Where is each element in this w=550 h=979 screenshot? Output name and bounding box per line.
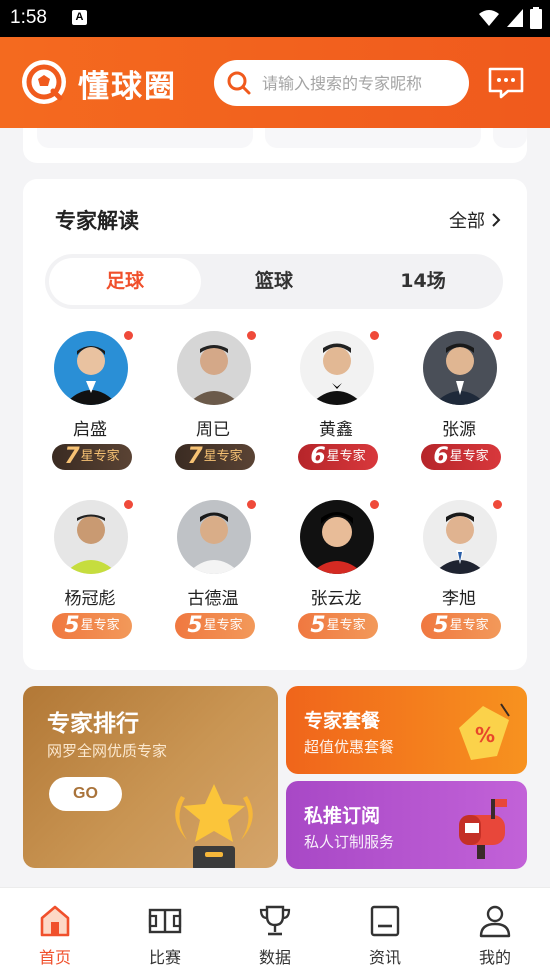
- expert-name: 张云龙: [310, 589, 362, 609]
- nav-label: 首页: [38, 948, 71, 967]
- discount-tag-icon: %: [459, 703, 510, 760]
- expert-name: 杨冠彪: [64, 589, 116, 609]
- avatar: [177, 331, 251, 405]
- news-icon: [370, 905, 400, 937]
- star-trophy-icon: [175, 784, 253, 868]
- logo-icon: [22, 60, 66, 104]
- card-title: 专家套餐: [304, 710, 381, 732]
- card-subtitle: 网罗全网优质专家: [47, 742, 168, 760]
- expert-name: 启盛: [73, 420, 107, 440]
- expert-name: 古德温: [187, 589, 239, 609]
- star-badge: 7 星专家: [175, 444, 255, 470]
- expert-item[interactable]: 张源 6 星专家: [409, 331, 509, 481]
- notification-indicator-icon: A: [72, 10, 87, 25]
- online-dot: [124, 500, 133, 509]
- star-badge: 5 星专家: [175, 613, 255, 639]
- message-icon[interactable]: [488, 66, 524, 100]
- online-dot: [370, 500, 379, 509]
- online-dot: [493, 500, 502, 509]
- app-name: 懂球圈: [78, 69, 177, 105]
- card-title: 专家排行: [47, 711, 139, 737]
- shortcut-item[interactable]: [265, 128, 481, 148]
- expert-item[interactable]: 李旭 5 星专家: [409, 500, 509, 650]
- nav-label: 资讯: [368, 948, 401, 967]
- chevron-right-icon: [492, 213, 501, 227]
- shortcut-item[interactable]: [37, 128, 253, 148]
- expert-package-card[interactable]: 专家套餐 超值优惠套餐 %: [286, 686, 527, 774]
- search-input[interactable]: [262, 60, 462, 106]
- expert-item[interactable]: 启盛 7 星专家: [40, 331, 140, 481]
- signal-icon: [507, 9, 523, 27]
- expert-item[interactable]: 杨冠彪 5 星专家: [40, 500, 140, 650]
- expert-item[interactable]: 张云龙 5 星专家: [286, 500, 386, 650]
- online-dot: [124, 331, 133, 340]
- online-dot: [370, 331, 379, 340]
- nav-label: 我的: [478, 948, 511, 967]
- star-badge: 5 星专家: [421, 613, 501, 639]
- nav-data[interactable]: 数据: [220, 904, 330, 968]
- online-dot: [247, 500, 256, 509]
- star-badge: 5 星专家: [298, 613, 378, 639]
- expert-name: 黄鑫: [319, 420, 353, 440]
- nav-label: 比赛: [148, 948, 181, 967]
- match-field-icon: [148, 908, 182, 934]
- card-subtitle: 超值优惠套餐: [304, 738, 395, 756]
- wifi-icon: [479, 10, 499, 26]
- nav-matches[interactable]: 比赛: [110, 904, 220, 968]
- nav-profile[interactable]: 我的: [440, 904, 550, 968]
- star-badge: 6 星专家: [298, 444, 378, 470]
- avatar: [54, 331, 128, 405]
- svg-text:%: %: [475, 723, 495, 747]
- shortcut-item[interactable]: [493, 128, 527, 148]
- expert-ranking-card[interactable]: 专家排行 网罗全网优质专家 GO: [23, 686, 278, 868]
- section-title: 专家解读: [55, 209, 139, 233]
- nav-news[interactable]: 资讯: [330, 904, 440, 968]
- profile-icon: [479, 905, 511, 938]
- trophy-icon: [259, 905, 291, 936]
- star-badge: 5 星专家: [52, 613, 132, 639]
- go-button[interactable]: GO: [49, 777, 122, 811]
- sport-tabs: 足球 篮球 14场: [45, 254, 503, 309]
- nav-label: 数据: [258, 948, 291, 967]
- search-box[interactable]: [214, 60, 469, 106]
- home-icon: [40, 905, 70, 937]
- bottom-nav: 首页 比赛 数据 资讯 我的: [0, 887, 550, 979]
- avatar: [423, 331, 497, 405]
- status-time: 1:58: [10, 7, 47, 28]
- tab-basketball[interactable]: 篮球: [198, 258, 350, 305]
- online-dot: [493, 331, 502, 340]
- view-all-link[interactable]: 全部: [449, 207, 501, 233]
- expert-name: 张源: [442, 420, 476, 440]
- card-title: 私推订阅: [304, 805, 381, 827]
- view-all-label: 全部: [449, 211, 485, 232]
- tab-14-matches[interactable]: 14场: [347, 258, 499, 305]
- expert-name: 周已: [196, 420, 230, 440]
- expert-name: 李旭: [442, 589, 476, 609]
- app-header: 懂球圈: [0, 37, 550, 128]
- mailbox-icon: [459, 799, 507, 859]
- avatar: [177, 500, 251, 574]
- search-icon: [227, 71, 251, 95]
- top-shortcut-card: [23, 128, 527, 163]
- expert-item[interactable]: 古德温 5 星专家: [163, 500, 263, 650]
- nav-home[interactable]: 首页: [0, 904, 110, 968]
- online-dot: [247, 331, 256, 340]
- star-badge: 7 星专家: [52, 444, 132, 470]
- avatar: [300, 331, 374, 405]
- avatar: [300, 500, 374, 574]
- card-subtitle: 私人订制服务: [304, 833, 395, 851]
- tab-football[interactable]: 足球: [49, 258, 201, 305]
- status-bar: 1:58 A: [0, 0, 550, 37]
- expert-item[interactable]: 周已 7 星专家: [163, 331, 263, 481]
- battery-icon: [530, 7, 542, 29]
- avatar: [54, 500, 128, 574]
- private-subscription-card[interactable]: 私推订阅 私人订制服务: [286, 781, 527, 869]
- expert-item[interactable]: 黄鑫 6 星专家: [286, 331, 386, 481]
- expert-interpretation-card: 专家解读 全部 足球 篮球 14场 启盛 7 星专家 周已 7 星专家 黄鑫 6 星专…: [23, 179, 527, 670]
- avatar: [423, 500, 497, 574]
- star-badge: 6 星专家: [421, 444, 501, 470]
- status-icons: [478, 7, 542, 29]
